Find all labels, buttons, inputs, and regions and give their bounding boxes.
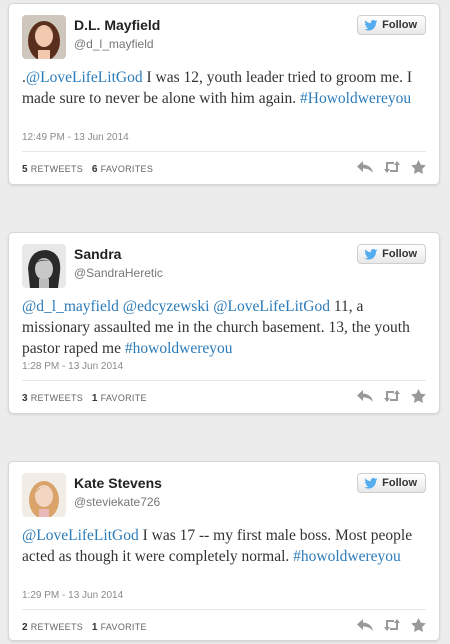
tweet-card: D.L. Mayfield @d_l_mayfield Follow .@Lov… <box>8 3 440 185</box>
timestamp[interactable]: 1:29 PM - 13 Jun 2014 <box>22 590 123 601</box>
tweet-actions <box>357 618 426 632</box>
hashtag-link[interactable]: #howoldwereyou <box>125 340 233 357</box>
tweet-text: @LoveLifeLitGod I was 17 -- my first mal… <box>22 525 422 567</box>
tweet-text: @d_l_mayfield @edcyzewski @LoveLifeLitGo… <box>22 296 422 359</box>
tweet-stats: 5 Retweets 6 Favorites <box>22 164 159 175</box>
avatar[interactable] <box>22 15 66 59</box>
follow-label: Follow <box>382 19 417 31</box>
avatar[interactable] <box>22 473 66 517</box>
retweet-label[interactable]: Retweets <box>31 164 83 174</box>
hashtag-link[interactable]: #Howoldwereyou <box>300 90 411 107</box>
favorite-count[interactable]: 1 <box>92 622 98 633</box>
star-icon[interactable] <box>411 618 426 632</box>
favorite-label[interactable]: Favorite <box>101 622 147 632</box>
mention-link[interactable]: @edcyzewski <box>123 298 210 315</box>
follow-button[interactable]: Follow <box>357 15 426 35</box>
retweet-count[interactable]: 5 <box>22 164 28 175</box>
author-handle[interactable]: @SandraHeretic <box>74 266 163 280</box>
avatar[interactable] <box>22 244 66 288</box>
tweet-stats: 3 Retweets 1 Favorite <box>22 393 153 404</box>
follow-label: Follow <box>382 477 417 489</box>
tweet-card: Sandra @SandraHeretic Follow @d_l_mayfie… <box>8 232 440 414</box>
author-name[interactable]: Kate Stevens <box>74 475 162 491</box>
timestamp[interactable]: 12:49 PM - 13 Jun 2014 <box>22 132 129 143</box>
author-handle[interactable]: @steviekate726 <box>74 495 160 509</box>
tweet-card: Kate Stevens @steviekate726 Follow @Love… <box>8 461 440 641</box>
star-icon[interactable] <box>411 160 426 174</box>
tweet-text: .@LoveLifeLitGod I was 12, youth leader … <box>22 67 422 109</box>
author-name[interactable]: Sandra <box>74 246 121 262</box>
tweet-actions <box>357 160 426 174</box>
mention-link[interactable]: @LoveLifeLitGod <box>22 527 139 544</box>
retweet-label[interactable]: Retweets <box>31 622 83 632</box>
follow-label: Follow <box>382 248 417 260</box>
retweet-icon[interactable] <box>383 618 401 632</box>
twitter-bird-icon <box>364 248 378 260</box>
author-handle[interactable]: @d_l_mayfield <box>74 37 154 51</box>
timestamp[interactable]: 1:28 PM - 13 Jun 2014 <box>22 361 123 372</box>
reply-icon[interactable] <box>357 389 373 403</box>
retweet-icon[interactable] <box>383 160 401 174</box>
favorite-count[interactable]: 1 <box>92 393 98 404</box>
divider <box>22 380 426 381</box>
twitter-bird-icon <box>364 19 378 31</box>
favorite-label[interactable]: Favorites <box>101 164 154 174</box>
retweet-label[interactable]: Retweets <box>31 393 83 403</box>
favorite-label[interactable]: Favorite <box>101 393 147 403</box>
retweet-count[interactable]: 3 <box>22 393 28 404</box>
mention-link[interactable]: @LoveLifeLitGod <box>26 69 143 86</box>
reply-icon[interactable] <box>357 160 373 174</box>
tweet-actions <box>357 389 426 403</box>
mention-link[interactable]: @d_l_mayfield <box>22 298 119 315</box>
divider <box>22 151 426 152</box>
retweet-count[interactable]: 2 <box>22 622 28 633</box>
mention-link[interactable]: @LoveLifeLitGod <box>213 298 330 315</box>
star-icon[interactable] <box>411 389 426 403</box>
retweet-icon[interactable] <box>383 389 401 403</box>
twitter-bird-icon <box>364 477 378 489</box>
follow-button[interactable]: Follow <box>357 244 426 264</box>
favorite-count[interactable]: 6 <box>92 164 98 175</box>
author-name[interactable]: D.L. Mayfield <box>74 17 160 33</box>
reply-icon[interactable] <box>357 618 373 632</box>
hashtag-link[interactable]: #howoldwereyou <box>293 548 401 565</box>
follow-button[interactable]: Follow <box>357 473 426 493</box>
tweet-stats: 2 Retweets 1 Favorite <box>22 622 153 633</box>
divider <box>22 609 426 610</box>
